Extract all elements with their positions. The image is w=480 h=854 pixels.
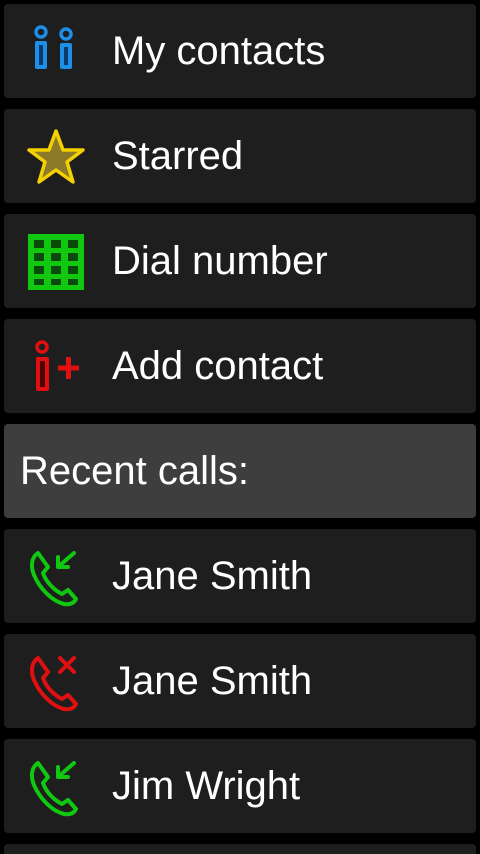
my-contacts-label: My contacts <box>112 29 326 73</box>
caller-name: Jane Smith <box>112 554 313 598</box>
recent-call-item[interactable]: Jane Smith <box>4 529 476 623</box>
recent-call-item[interactable]: Jane Smith <box>4 634 476 728</box>
recent-calls-header: Recent calls: <box>4 424 476 518</box>
caller-name: Jim Wright <box>112 764 301 808</box>
missed-call-icon <box>24 650 88 714</box>
starred-button[interactable]: Starred <box>4 109 476 203</box>
contacts-screen: My contacts Starred Dial number Add cont… <box>0 0 480 854</box>
caller-name: Jane Smith <box>112 659 313 703</box>
incoming-call-icon <box>24 755 88 819</box>
add-contact-button[interactable]: Add contact <box>4 319 476 413</box>
recent-call-item[interactable]: Jim Wright <box>4 739 476 833</box>
add-contact-icon <box>24 335 88 399</box>
next-list-item-edge <box>4 844 476 854</box>
my-contacts-button[interactable]: My contacts <box>4 4 476 98</box>
dial-number-label: Dial number <box>112 239 328 283</box>
dial-number-button[interactable]: Dial number <box>4 214 476 308</box>
dialpad-icon <box>24 230 88 294</box>
star-icon <box>24 125 88 189</box>
contacts-icon <box>24 20 88 84</box>
recent-calls-title: Recent calls: <box>20 449 249 493</box>
add-contact-label: Add contact <box>112 344 324 388</box>
incoming-call-icon <box>24 545 88 609</box>
starred-label: Starred <box>112 134 244 178</box>
